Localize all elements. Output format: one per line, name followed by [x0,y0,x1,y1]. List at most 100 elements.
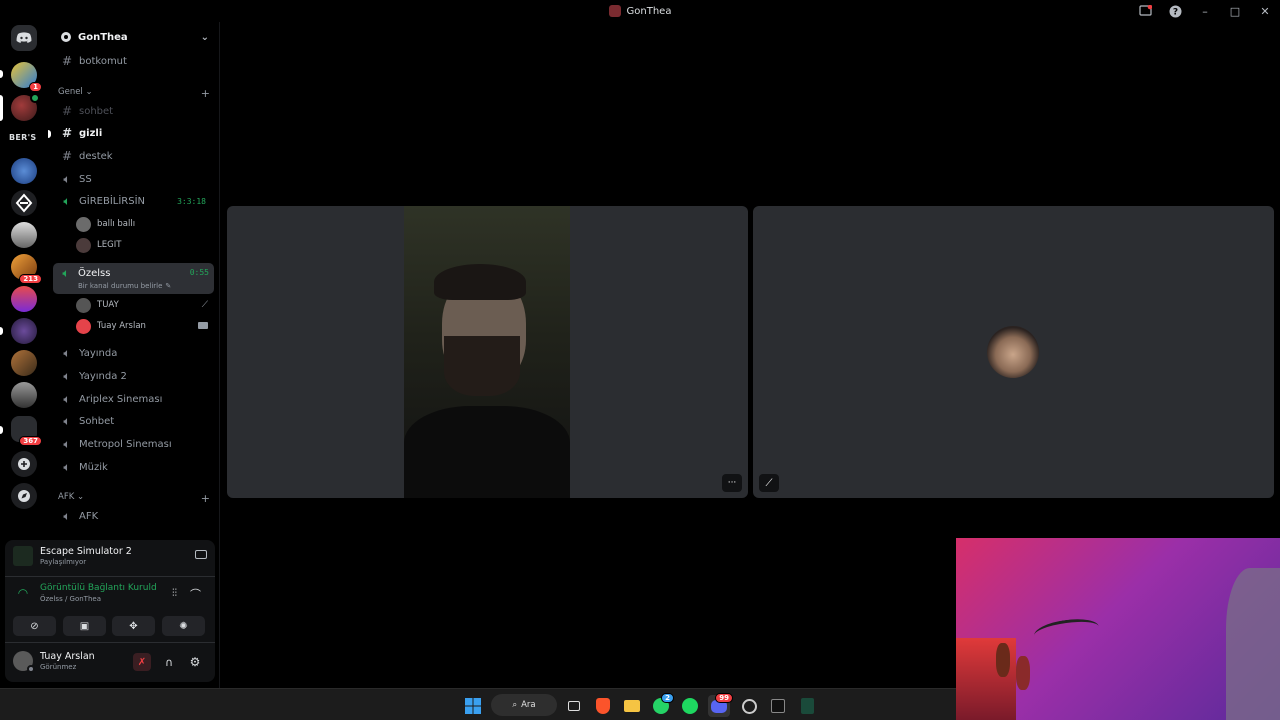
close-icon[interactable]: ✕ [1250,0,1280,22]
category-afk[interactable]: AFK ⌄ + [58,492,210,505]
voice-user-tuay[interactable]: TUAY ⟋ [76,296,214,314]
channel-girebilirsin[interactable]: 🔈︎ GİREBİLİRSİN 3:3:18 [54,191,214,211]
screen-share-button[interactable]: ▣ [63,616,106,636]
maximize-icon[interactable]: □ [1220,0,1250,22]
share-screen-icon[interactable] [195,550,207,559]
voice-connection-row: ◠ Görüntülü Bağlantı Kuruldu Özelss / Go… [13,583,207,603]
window-title-text: GonThea [626,5,672,17]
voice-user-balli[interactable]: ballı ballı [76,215,214,233]
channel-sohbet-voice[interactable]: 🔈︎ Sohbet [54,411,214,431]
disconnect-icon[interactable]: ⌒ [190,586,201,602]
channel-label: Sohbet [79,415,115,427]
settings-gear-icon[interactable]: ⚙ [186,653,204,671]
channel-ss[interactable]: 🔈︎ SS [54,169,214,189]
server-icon-8[interactable] [11,318,37,344]
channel-gizli[interactable]: # gizli [54,123,214,143]
voice-user-name: TUAY [97,300,119,310]
voice-user-name: ballı ballı [97,219,136,229]
activity-subtitle: Paylaşılmıyor [40,558,87,566]
channel-yayinda-2[interactable]: 🔈︎ Yayında 2 [54,366,214,386]
category-genel[interactable]: Genel ⌄ + [58,87,210,100]
game-icon [13,546,33,566]
server-header[interactable]: GonThea ⌄ [48,22,219,52]
channel-destek[interactable]: # destek [54,146,214,166]
windows-start-icon[interactable] [462,695,484,717]
activity-row[interactable]: Escape Simulator 2 Paylaşılmıyor [13,546,207,566]
channel-sohbet[interactable]: # sohbet [54,101,214,121]
add-channel-icon[interactable]: + [201,87,210,100]
channel-status-text: Bir kanal durumu belirle [78,282,163,290]
server-icon-3[interactable] [11,158,37,184]
channel-metropol[interactable]: 🔈︎ Metropol Sineması [54,434,214,454]
video-tile-avatar[interactable]: ⟋ [753,206,1274,498]
channel-label: SS [79,173,92,185]
more-options-button[interactable]: ··· [722,474,742,492]
add-server-icon[interactable] [11,451,37,477]
help-icon[interactable]: ? [1160,0,1190,22]
camera-off-button[interactable]: ⊘ [13,616,56,636]
discover-icon[interactable] [11,483,37,509]
server-icon-9[interactable] [11,350,37,376]
signal-icon[interactable]: ◠ [13,583,33,603]
channel-botkomut[interactable]: # botkomut [54,51,214,71]
minimize-icon[interactable]: – [1190,0,1220,22]
headphones-icon[interactable]: ∩ [160,653,178,671]
voice-user-tuay-arslan[interactable]: Tuay Arslan [76,317,214,335]
channel-status[interactable]: Bir kanal durumu belirle ✎ [78,282,171,290]
hashtag-icon: # [61,126,73,140]
mention-badge: 213 [19,274,42,284]
avatar [76,297,91,313]
unread-indicator [48,130,51,138]
category-label: Genel [58,87,83,97]
discord-taskbar-icon[interactable]: 99 [708,693,733,717]
category-label: AFK [58,492,75,502]
self-camera-preview[interactable] [956,538,1280,720]
channel-ozelss-selected[interactable]: 🔈︎ Özelss 0:55 Bir kanal durumu belirle … [53,263,214,294]
add-channel-icon[interactable]: + [201,492,210,505]
soundboard-button[interactable]: ✺ [162,616,205,636]
noise-suppression-icon[interactable]: ⫶⫶ [172,588,177,599]
server-icon-5[interactable] [11,222,37,248]
server-folder-icon[interactable]: 367 [11,416,42,446]
server-icon-7[interactable] [11,286,37,312]
user-panel: Escape Simulator 2 Paylaşılmıyor ◠ Görün… [5,540,215,682]
taskbar-search[interactable]: ⌕ Ara [491,694,557,716]
voice-user-legit[interactable]: LEGIT [76,236,214,254]
video-tile-camera[interactable]: ··· [227,206,748,498]
server-icon-6[interactable]: 213 [11,254,42,284]
spotify-icon[interactable] [679,695,701,717]
terminal-app-icon[interactable] [796,695,818,717]
channel-label: Yayında [79,347,118,359]
selected-pill [0,95,3,121]
channel-afk[interactable]: 🔈︎ AFK [54,506,214,526]
discord-home-icon[interactable] [11,25,37,51]
inbox-icon[interactable] [1130,0,1160,22]
window-title: GonThea [608,5,672,17]
speaker-active-icon: 🔈︎ [62,266,70,280]
channel-yayinda[interactable]: 🔈︎ Yayında [54,343,214,363]
steam-icon[interactable] [738,695,760,717]
channel-ariplex[interactable]: 🔈︎ Ariplex Sineması [54,389,214,409]
mute-icon[interactable]: ✗ [133,653,151,671]
server-icon-gonthea[interactable] [11,93,40,121]
voice-user-name: LEGIT [97,240,122,250]
speaker-icon: 🔈︎ [63,345,71,360]
channel-label: Metropol Sineması [79,438,172,450]
server-text-bers[interactable]: BER'S [9,133,36,142]
camera-off-icon: ⊘ [30,620,39,632]
server-icon-10[interactable] [11,382,37,408]
channel-timer: 3:3:18 [177,196,206,206]
server-icon-1[interactable]: 1 [11,62,42,92]
file-explorer-icon[interactable] [621,695,643,717]
epic-games-icon[interactable] [767,695,789,717]
speaker-icon: 🔈︎ [63,413,71,428]
brave-browser-icon[interactable] [592,695,614,717]
notification-badge: 99 [715,693,733,703]
server-icon-4[interactable] [11,190,37,216]
channel-label: GİREBİLİRSİN [79,195,146,207]
voice-channel-path[interactable]: Özelss / GonThea [40,595,157,603]
task-view-icon[interactable] [563,695,585,717]
channel-muzik[interactable]: 🔈︎ Müzik [54,457,214,477]
activities-button[interactable]: ✥ [112,616,155,636]
whatsapp-icon[interactable]: 2 [650,693,674,717]
